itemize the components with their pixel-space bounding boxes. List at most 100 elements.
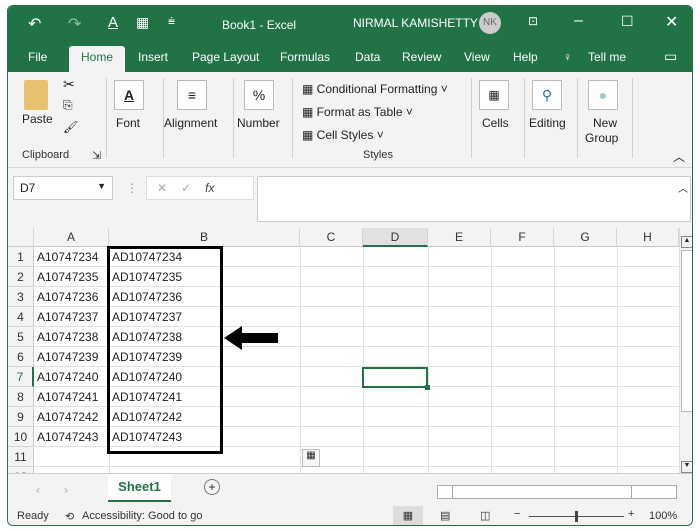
maximize-icon[interactable]: ☐ bbox=[621, 13, 634, 30]
cell-A6[interactable]: A10747239 bbox=[34, 347, 109, 367]
alignment-icon[interactable]: ≡ bbox=[177, 80, 207, 110]
page-break-view-icon[interactable]: ◫ bbox=[480, 509, 490, 522]
collapse-ribbon-icon[interactable]: ︿ bbox=[673, 148, 685, 165]
accessibility-status[interactable]: Accessibility: Good to go bbox=[82, 510, 202, 522]
zoom-slider[interactable] bbox=[529, 511, 624, 522]
customize-toolbar-icon[interactable]: ⩧ bbox=[168, 14, 175, 29]
selected-cell-D7[interactable] bbox=[362, 367, 428, 388]
row-header-7[interactable]: 7 bbox=[8, 367, 34, 387]
percent-icon[interactable]: % bbox=[244, 80, 274, 110]
cell-A5[interactable]: A10747238 bbox=[34, 327, 109, 347]
editing-button[interactable]: Editing bbox=[529, 116, 566, 130]
enter-icon[interactable]: ✓ bbox=[181, 181, 205, 195]
font-icon[interactable]: A bbox=[114, 80, 144, 110]
paste-button[interactable]: Paste bbox=[22, 112, 53, 126]
fill-handle[interactable] bbox=[425, 385, 430, 390]
redo-icon[interactable]: ↷ bbox=[68, 14, 81, 34]
search-icon[interactable]: ⚲ bbox=[532, 80, 562, 110]
formula-input[interactable] bbox=[257, 176, 691, 222]
row-header-2[interactable]: 2 bbox=[8, 267, 34, 287]
page-layout-view-icon[interactable]: ▤ bbox=[440, 509, 450, 522]
format-painter-icon[interactable]: 🖌 bbox=[63, 120, 78, 134]
cell-A9[interactable]: A10747242 bbox=[34, 407, 109, 427]
normal-view-icon[interactable]: ▦ bbox=[393, 506, 423, 525]
format-as-table-button[interactable]: ▦ Format as Table ˅ bbox=[302, 105, 413, 119]
select-all-corner[interactable] bbox=[8, 228, 34, 247]
row-header-9[interactable]: 9 bbox=[8, 407, 34, 427]
tab-data[interactable]: Data bbox=[355, 50, 380, 64]
column-header-B[interactable]: B bbox=[109, 228, 300, 247]
cells-icon[interactable]: ▦ bbox=[479, 80, 509, 110]
font-button[interactable]: Font bbox=[116, 116, 140, 130]
tab-page-layout[interactable]: Page Layout bbox=[192, 50, 259, 64]
sheet-tab-sheet1[interactable]: Sheet1 bbox=[108, 474, 171, 502]
cut-icon[interactable]: ✂ bbox=[63, 76, 75, 93]
column-header-C[interactable]: C bbox=[300, 228, 363, 247]
tab-home[interactable]: Home bbox=[69, 46, 126, 72]
tab-view[interactable]: View bbox=[464, 50, 490, 64]
tab-insert[interactable]: Insert bbox=[138, 50, 168, 64]
column-header-A[interactable]: A bbox=[34, 228, 109, 247]
tab-help[interactable]: Help bbox=[513, 50, 538, 64]
column-header-F[interactable]: F bbox=[491, 228, 554, 247]
column-header-H[interactable]: H bbox=[617, 228, 679, 247]
conditional-formatting-button[interactable]: ▦ Conditional Formatting ˅ bbox=[302, 82, 448, 96]
cell-A1[interactable]: A10747234 bbox=[34, 247, 109, 267]
new-group-label-1[interactable]: New bbox=[593, 116, 617, 130]
minimize-icon[interactable]: – bbox=[574, 12, 583, 30]
vertical-scrollbar[interactable]: ▲ ▼ bbox=[679, 228, 692, 473]
cells-button[interactable]: Cells bbox=[482, 116, 509, 130]
row-header-5[interactable]: 5 bbox=[8, 327, 34, 347]
column-header-G[interactable]: G bbox=[554, 228, 617, 247]
avatar[interactable]: NK bbox=[479, 12, 501, 34]
row-header-10[interactable]: 10 bbox=[8, 427, 34, 447]
add-sheet-icon[interactable]: + bbox=[204, 479, 220, 495]
paste-icon[interactable] bbox=[24, 80, 48, 110]
insert-function-icon[interactable]: fx bbox=[205, 181, 214, 195]
cell-A10[interactable]: A10747243 bbox=[34, 427, 109, 447]
borders-icon[interactable]: ▦ bbox=[136, 14, 149, 31]
row-header-6[interactable]: 6 bbox=[8, 347, 34, 367]
zoom-out-icon[interactable]: − bbox=[514, 508, 520, 520]
zoom-in-icon[interactable]: + bbox=[628, 508, 634, 520]
cell-A4[interactable]: A10747237 bbox=[34, 307, 109, 327]
zoom-level[interactable]: 100% bbox=[649, 510, 677, 522]
next-sheet-icon[interactable]: › bbox=[64, 483, 68, 497]
cell-A8[interactable]: A10747241 bbox=[34, 387, 109, 407]
cancel-icon[interactable]: ✕ bbox=[157, 181, 181, 195]
tab-review[interactable]: Review bbox=[402, 50, 441, 64]
row-header-8[interactable]: 8 bbox=[8, 387, 34, 407]
comments-icon[interactable]: ▭ bbox=[664, 48, 677, 65]
new-group-label-2[interactable]: Group bbox=[585, 131, 618, 145]
row-header-3[interactable]: 3 bbox=[8, 287, 34, 307]
font-color-icon[interactable]: A bbox=[108, 14, 118, 31]
cell-A3[interactable]: A10747236 bbox=[34, 287, 109, 307]
tab-file[interactable]: File bbox=[28, 50, 47, 64]
copy-icon[interactable]: ⎘ bbox=[63, 98, 73, 113]
cell-A2[interactable]: A10747235 bbox=[34, 267, 109, 287]
expand-formula-icon[interactable]: ︿ bbox=[678, 180, 688, 195]
tell-me-search[interactable]: Tell me bbox=[588, 50, 626, 64]
number-button[interactable]: Number bbox=[237, 116, 280, 130]
column-header-D[interactable]: D bbox=[363, 228, 428, 247]
new-group-icon[interactable]: ● bbox=[588, 80, 618, 110]
horizontal-scrollbar[interactable] bbox=[437, 485, 677, 499]
accessibility-icon[interactable]: ⟲ bbox=[65, 510, 74, 523]
row-header-1[interactable]: 1 bbox=[8, 247, 34, 267]
prev-sheet-icon[interactable]: ‹ bbox=[36, 483, 40, 497]
ribbon-display-icon[interactable]: ⊡ bbox=[528, 14, 538, 28]
row-header-4[interactable]: 4 bbox=[8, 307, 34, 327]
dialog-launcher-icon[interactable]: ⇲ bbox=[92, 149, 101, 162]
name-box[interactable]: D7 ▼ bbox=[13, 176, 113, 200]
row-header-11[interactable]: 11 bbox=[8, 447, 34, 467]
tab-formulas[interactable]: Formulas bbox=[280, 50, 330, 64]
alignment-button[interactable]: Alignment bbox=[164, 116, 217, 130]
column-header-E[interactable]: E bbox=[428, 228, 491, 247]
close-icon[interactable]: ✕ bbox=[665, 12, 678, 32]
quick-analysis-icon[interactable]: ▦ bbox=[302, 449, 320, 467]
user-name[interactable]: NIRMAL KAMISHETTY bbox=[353, 16, 478, 30]
undo-icon[interactable]: ↶ bbox=[28, 14, 41, 34]
cell-A7[interactable]: A10747240 bbox=[34, 367, 109, 387]
spreadsheet-grid[interactable]: ABCDEFGH123456789101112A10747234A1074723… bbox=[8, 228, 692, 487]
cell-styles-button[interactable]: ▦ Cell Styles ˅ bbox=[302, 128, 384, 142]
